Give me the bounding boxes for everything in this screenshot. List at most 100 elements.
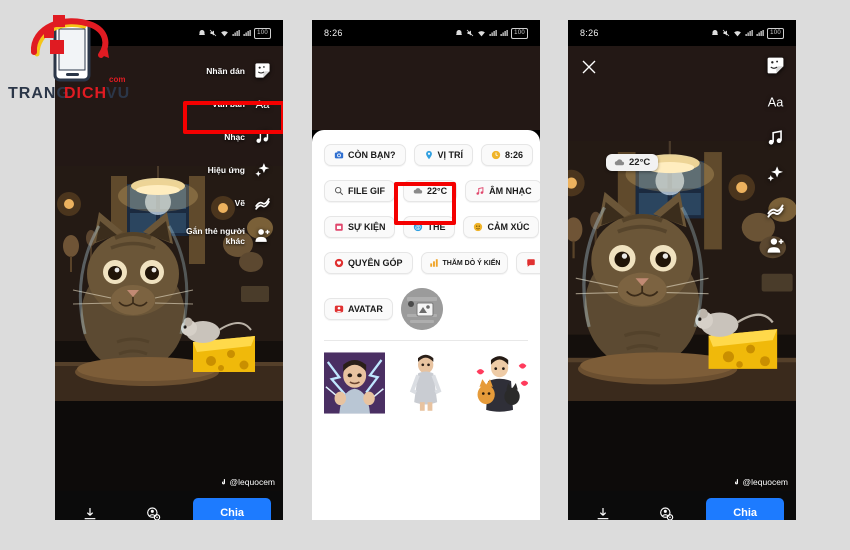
- sticker-chip-file-gif[interactable]: FILE GIF: [324, 180, 395, 202]
- share-button[interactable]: Chia sẻ: [193, 498, 271, 520]
- status-bar-2: 8:26 100: [312, 20, 540, 46]
- signal-icon: [243, 30, 251, 36]
- svg-text:@: @: [416, 225, 422, 231]
- wifi-icon: [734, 30, 741, 36]
- chip-label: 22°C: [427, 186, 448, 196]
- tiktok-handle: @lequocem: [732, 477, 788, 487]
- chip-label: 8:26: [505, 150, 524, 160]
- handle-text: @lequocem: [742, 477, 788, 487]
- sticker-row: AVATAR: [324, 288, 528, 330]
- mute-icon: [722, 29, 730, 37]
- status-icons: 100: [455, 27, 528, 39]
- sticker-icon[interactable]: [766, 56, 785, 75]
- sticker-thumbnail[interactable]: [324, 351, 385, 415]
- sticker-thumbnail[interactable]: [395, 351, 456, 415]
- status-icons: 100: [711, 27, 784, 39]
- handle-text: @lequocem: [229, 477, 275, 487]
- sticker-chip-the[interactable]: @ THẺ: [403, 216, 456, 238]
- sticker-row: SỰ KIỆN @ THẺ CẢM XÚC: [324, 216, 540, 238]
- save-button[interactable]: Lưu: [580, 506, 626, 520]
- battery-icon: 100: [511, 27, 528, 39]
- tool-label: Nhãn dán: [206, 65, 245, 76]
- avatar-thumbnail[interactable]: [400, 288, 443, 330]
- sticker-chip-quyen-gop[interactable]: QUYÊN GÓP: [324, 252, 413, 274]
- sticker-chip-avatar[interactable]: AVATAR: [324, 298, 393, 320]
- location-pin-icon: [424, 150, 434, 160]
- tool-item-music[interactable]: Nhạc: [165, 120, 283, 153]
- sticker-thumbnail[interactable]: [467, 351, 528, 415]
- svg-text:com: com: [109, 75, 125, 84]
- privacy-button[interactable]: Quyền riêng tư: [642, 506, 690, 520]
- action-bar-1: Lưu Quyền riêng tư Chia sẻ: [55, 491, 283, 520]
- sheet-divider: [324, 340, 528, 341]
- share-button[interactable]: Chia sẻ: [706, 498, 784, 520]
- draw-scribble-icon[interactable]: [766, 200, 785, 219]
- chip-label: THĂM DÒ Ý KIẾN: [442, 259, 501, 267]
- tool-label: Gắn thẻ người khác: [186, 225, 245, 246]
- text-aa-icon: Aa: [254, 95, 271, 112]
- battery-icon: 100: [767, 27, 784, 39]
- text-aa-icon[interactable]: Aa: [766, 92, 785, 111]
- download-icon: [595, 506, 611, 520]
- search-icon: [334, 186, 344, 196]
- sticker-chip-cam-xuc[interactable]: CẢM XÚC: [463, 216, 540, 238]
- status-icons: 100: [198, 27, 271, 39]
- sticker-icon: [254, 62, 271, 79]
- music-note-icon: [475, 186, 485, 196]
- phone-panel-3: 8:26 100 22°C Aa @lequocem Chia: [568, 20, 796, 520]
- tool-menu: Nhãn dán Văn bản Aa Nhạc Hiệu ứng Vẽ Gắn…: [165, 54, 283, 252]
- status-bar-3: 8:26 100: [568, 20, 796, 46]
- tool-item-sticker[interactable]: Nhãn dán: [165, 54, 283, 87]
- mute-icon: [209, 29, 217, 37]
- sticker-chip-con-ban[interactable]: CÒN BẠN?: [324, 144, 406, 166]
- tool-label: Vẽ: [234, 197, 245, 208]
- question-bubble-icon: [526, 258, 536, 268]
- cloud-icon: [614, 159, 625, 166]
- privacy-gear-icon: [658, 506, 674, 520]
- chip-label: SỰ KIỆN: [348, 222, 386, 232]
- music-note-icon: [254, 128, 271, 145]
- wifi-icon: [221, 30, 228, 36]
- avatar-badge-icon: [334, 304, 344, 314]
- emoji-smile-icon: [473, 222, 483, 232]
- wifi-icon: [478, 30, 485, 36]
- tool-item-text[interactable]: Văn bản Aa: [165, 87, 283, 120]
- sticker-chip-am-nhac[interactable]: ÂM NHẠC: [465, 180, 540, 202]
- chip-label: CÒN BẠN?: [348, 150, 396, 160]
- tag-person-icon[interactable]: [766, 236, 785, 255]
- tool-item-tag-people[interactable]: Gắn thẻ người khác: [165, 219, 283, 252]
- placed-temperature-sticker[interactable]: 22°C: [606, 154, 659, 171]
- status-time: 8:26: [324, 28, 343, 38]
- sticker-row: FILE GIF 22°C ÂM NHẠC: [324, 180, 540, 202]
- privacy-button[interactable]: Quyền riêng tư: [129, 506, 177, 520]
- chip-label: AVATAR: [348, 304, 383, 314]
- tool-item-effects[interactable]: Hiệu ứng: [165, 153, 283, 186]
- story-canvas-1: Nhãn dán Văn bản Aa Nhạc Hiệu ứng Vẽ Gắn…: [55, 46, 283, 491]
- sticker-chip-vi-tri[interactable]: VỊ TRÍ: [413, 144, 474, 166]
- tool-item-draw[interactable]: Vẽ: [165, 186, 283, 219]
- svg-text:VU: VU: [106, 85, 130, 102]
- tool-label: Nhạc: [224, 131, 245, 142]
- sticker-chip-cau-hoi[interactable]: CÂU HỎI: [516, 252, 540, 274]
- close-icon[interactable]: [580, 58, 598, 76]
- music-note-icon[interactable]: [766, 128, 785, 147]
- recent-sticker-row: [324, 351, 528, 415]
- sticker-chip-tham-do-y-kien[interactable]: THĂM DÒ Ý KIẾN: [420, 252, 509, 274]
- chip-label: THẺ: [427, 222, 446, 232]
- signal-icon: [489, 30, 497, 36]
- alarm-icon: [199, 30, 206, 35]
- sticker-chip-temperature[interactable]: 22°C: [403, 180, 458, 202]
- svg-text:Aa: Aa: [256, 99, 271, 111]
- sparkles-icon[interactable]: [766, 164, 785, 183]
- save-button[interactable]: Lưu: [67, 506, 113, 520]
- sticker-chip-su-kien[interactable]: SỰ KIỆN: [324, 216, 396, 238]
- draw-scribble-icon: [254, 194, 271, 211]
- story-canvas-3: 22°C Aa @lequocem: [568, 46, 796, 491]
- sticker-chip-time[interactable]: 8:26: [481, 144, 534, 166]
- at-mention-icon: @: [413, 222, 423, 232]
- alarm-icon: [712, 30, 719, 35]
- calendar-icon: [334, 222, 344, 232]
- sheet-backdrop: [312, 46, 540, 130]
- signal-icon: [232, 30, 240, 36]
- action-bar-3: Lưu Quyền riêng tư Chia sẻ: [568, 491, 796, 520]
